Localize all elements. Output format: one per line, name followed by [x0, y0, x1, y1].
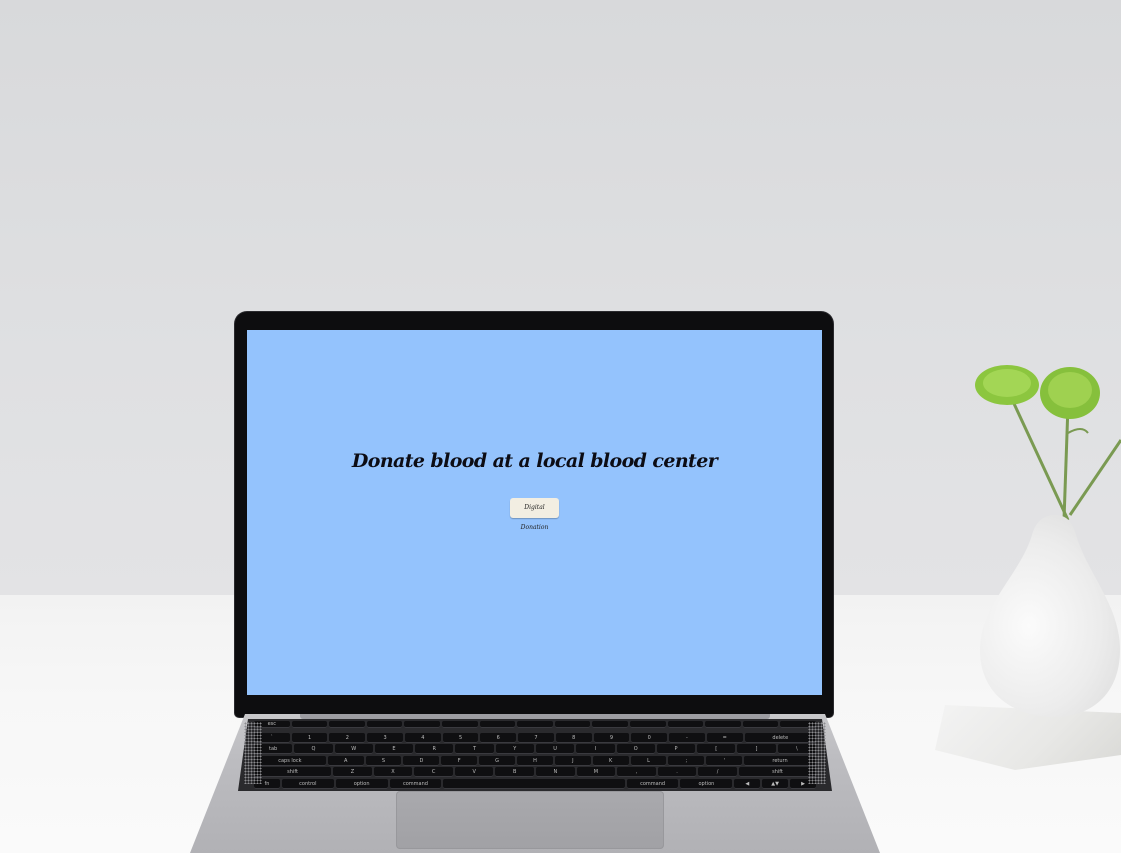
keyboard-row: esc	[238, 721, 832, 728]
keyboard-key[interactable]: T	[455, 744, 494, 754]
keyboard-key[interactable]: [	[697, 744, 736, 754]
keyboard-row: ` 1 2 3 4 5 6 7 8 9 0- = delete	[238, 732, 832, 743]
plant-illustration	[975, 365, 1121, 521]
keyboard-key[interactable]: M	[576, 767, 616, 777]
keyboard-row: tab Q W E R T Y U I O P[] \	[238, 744, 832, 754]
keyboard-row: fn control option command command option ◀ ▲▼ ▶	[238, 778, 832, 789]
trackpad[interactable]	[396, 791, 664, 849]
keyboard-key[interactable]	[742, 721, 779, 728]
keyboard-key[interactable]: S	[365, 755, 402, 766]
keyboard-key[interactable]: W	[334, 744, 373, 754]
keyboard-key[interactable]: 3	[367, 732, 403, 743]
keyboard-key[interactable]	[404, 721, 440, 728]
left-speaker-grille	[244, 722, 262, 784]
keyboard-key[interactable]: B	[495, 767, 535, 777]
page-headline: Donate blood at a local blood center	[351, 450, 718, 472]
keyboard-key[interactable]: shift	[738, 767, 817, 777]
keyboard-key[interactable]: ;	[668, 755, 705, 766]
keyboard-key[interactable]	[479, 721, 516, 728]
keyboard-key[interactable]: U	[535, 744, 575, 754]
keyboard-key[interactable]: I	[576, 744, 615, 754]
keyboard-key[interactable]: command	[626, 778, 679, 789]
keyboard-key[interactable]: control	[281, 778, 334, 789]
keyboard-key[interactable]	[554, 721, 591, 728]
keyboard-key[interactable]: 7	[518, 732, 554, 743]
keyboard-key[interactable]: .	[657, 767, 697, 777]
keyboard-key[interactable]: A	[327, 755, 364, 766]
keyboard-key[interactable]: R	[415, 744, 454, 754]
right-speaker-grille	[808, 722, 826, 784]
keyboard-key[interactable]: option	[680, 778, 733, 789]
keyboard-key[interactable]: -	[669, 732, 705, 743]
keyboard-key[interactable]	[667, 721, 704, 728]
keyboard-row: shift Z X C V B N M,. / shift	[238, 767, 832, 777]
keyboard-key[interactable]: E	[374, 744, 414, 754]
keyboard-key[interactable]: 8	[555, 732, 592, 743]
keyboard: esc ` 1 2 3 4 5 6 7 8 9 0- = delete tab Q W E R T Y U I O P[] \ ca…	[238, 719, 832, 791]
keyboard-key[interactable]	[443, 778, 625, 789]
keyboard-key[interactable]: caps lock	[254, 755, 326, 766]
keyboard-key[interactable]	[366, 721, 403, 728]
keyboard-key[interactable]	[705, 721, 741, 728]
keyboard-key[interactable]: ◀	[734, 778, 761, 789]
keyboard-key[interactable]: 6	[480, 732, 517, 743]
keyboard-key[interactable]: 9	[593, 732, 630, 743]
keyboard-key[interactable]	[592, 721, 628, 728]
keyboard-key[interactable]: command	[389, 778, 442, 789]
keyboard-key[interactable]: ]	[737, 744, 776, 754]
keyboard-key[interactable]: option	[335, 778, 388, 789]
keyboard-key[interactable]: delete	[744, 732, 817, 743]
keyboard-key[interactable]: =	[706, 732, 743, 743]
digital-donation-button[interactable]: Digital Donation	[510, 498, 559, 531]
keyboard-key[interactable]: J	[554, 755, 591, 766]
keyboard-key[interactable]: ,	[617, 767, 656, 777]
keyboard-key[interactable]: O	[616, 744, 655, 754]
keyboard-key[interactable]	[291, 721, 328, 728]
keyboard-key[interactable]	[329, 721, 365, 728]
keyboard-key[interactable]: shift	[254, 767, 332, 777]
keyboard-key[interactable]: H	[517, 755, 553, 766]
keyboard-row: caps lock A S D F G H J K L; ' return	[238, 755, 832, 766]
keyboard-key[interactable]: L	[630, 755, 667, 766]
keyboard-key[interactable]: 2	[329, 732, 366, 743]
keyboard-key[interactable]	[517, 721, 553, 728]
keyboard-key[interactable]: 1	[291, 732, 328, 743]
keyboard-key[interactable]: return	[744, 755, 816, 766]
keyboard-key[interactable]: G	[479, 755, 516, 766]
keyboard-key[interactable]: D	[403, 755, 440, 766]
keyboard-key[interactable]: 4	[404, 732, 441, 743]
keyboard-key[interactable]	[441, 721, 478, 728]
keyboard-key[interactable]: 5	[442, 732, 479, 743]
keyboard-key[interactable]: /	[698, 767, 737, 777]
keyboard-key[interactable]: Q	[294, 744, 333, 754]
keyboard-key[interactable]: V	[454, 767, 494, 777]
keyboard-key[interactable]: 0	[631, 732, 668, 743]
keyboard-key[interactable]: F	[441, 755, 478, 766]
keyboard-key[interactable]: P	[656, 744, 696, 754]
laptop-hinge	[300, 714, 770, 719]
laptop-screen: Donate blood at a local blood center Dig…	[247, 330, 822, 695]
keyboard-key[interactable]: ▲▼	[762, 778, 789, 789]
keyboard-key[interactable]: Y	[495, 744, 534, 754]
keyboard-key[interactable]: Z	[333, 767, 372, 777]
keyboard-key[interactable]: N	[536, 767, 575, 777]
keyboard-key[interactable]: C	[414, 767, 453, 777]
keyboard-key[interactable]	[629, 721, 666, 728]
keyboard-key[interactable]: '	[706, 755, 743, 766]
keyboard-key[interactable]: X	[373, 767, 413, 777]
keyboard-key[interactable]: K	[592, 755, 629, 766]
